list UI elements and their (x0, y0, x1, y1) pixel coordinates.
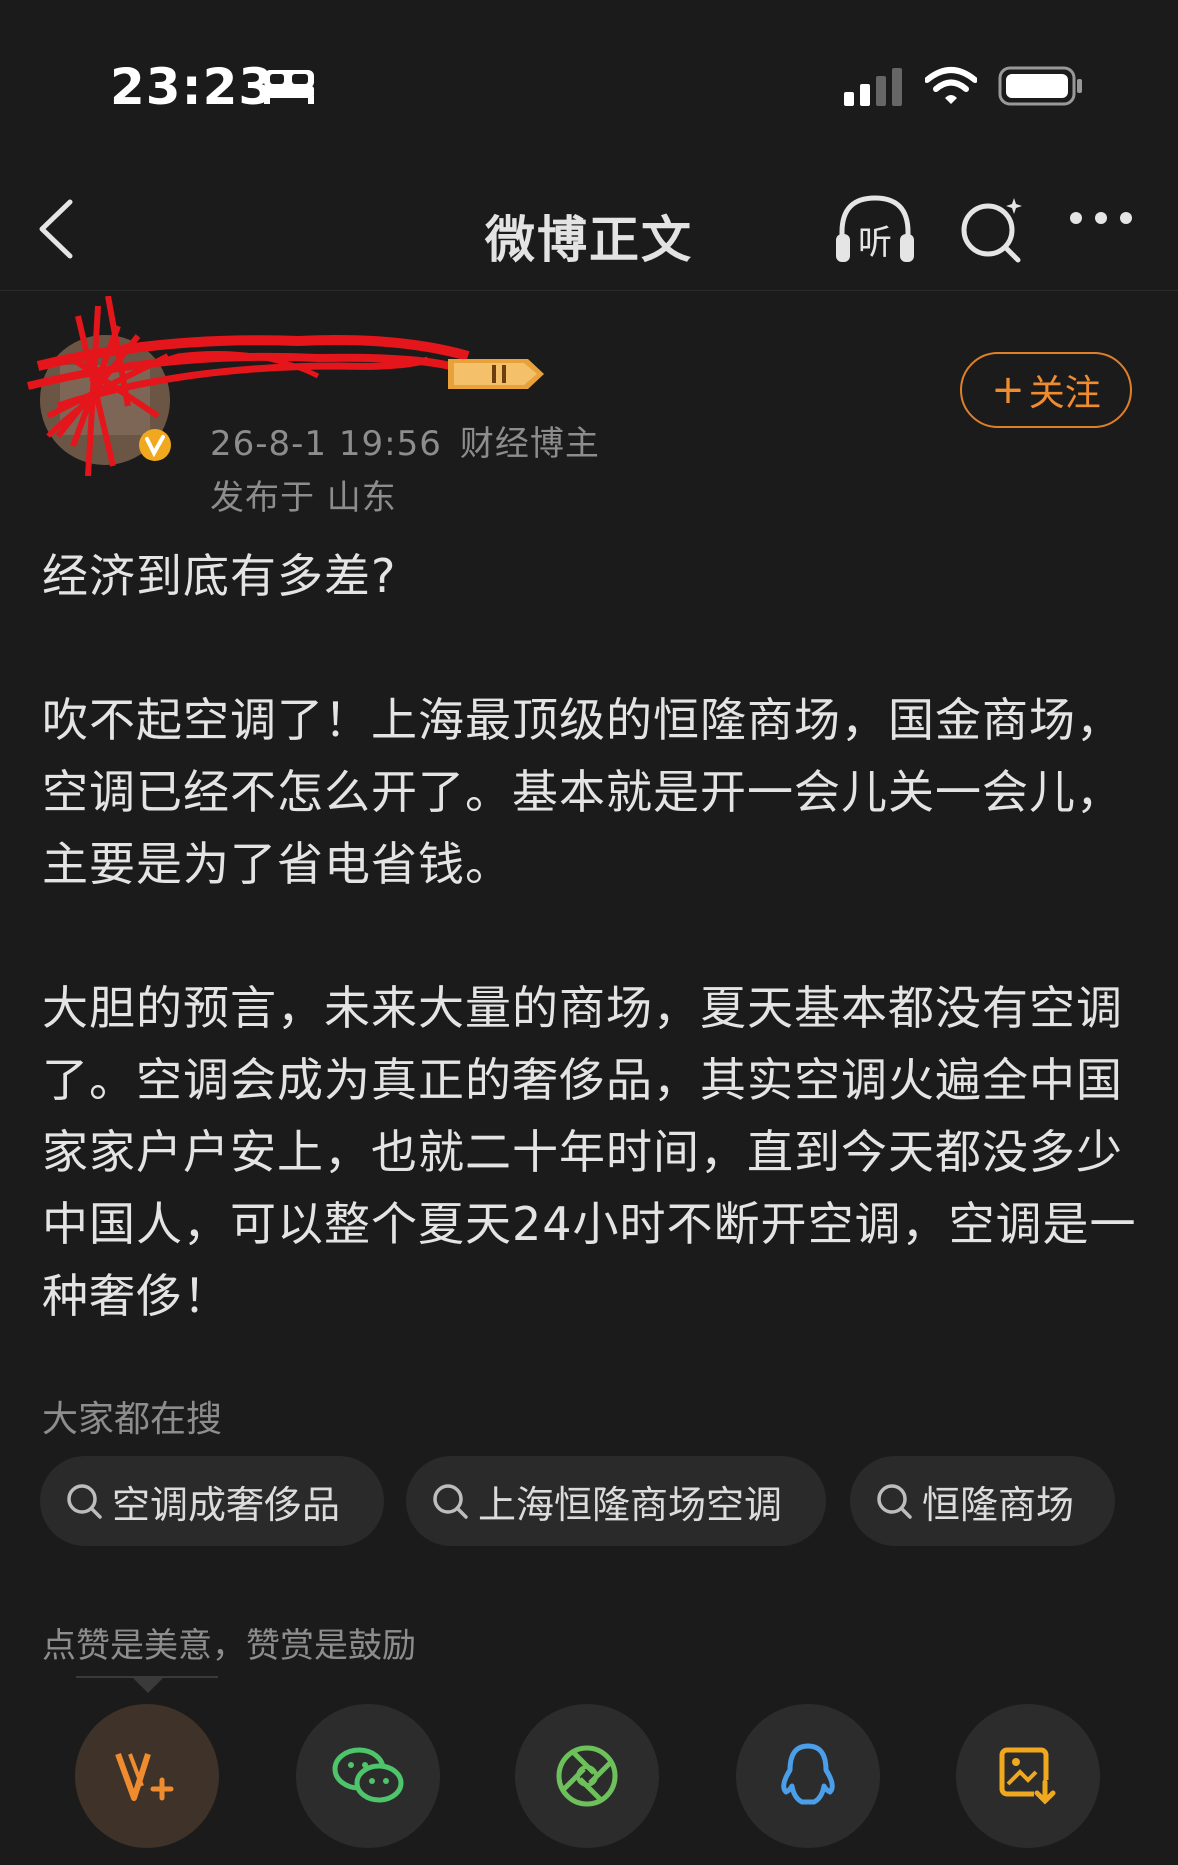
share-wechat-button[interactable] (296, 1704, 440, 1848)
share-moments-button[interactable] (515, 1704, 659, 1848)
verified-badge-icon (139, 429, 171, 461)
level-badge-icon (448, 359, 544, 389)
battery-icon (998, 66, 1082, 106)
search-icon[interactable] (956, 192, 1028, 268)
plus-icon: + (991, 367, 1025, 413)
moments-icon (556, 1745, 618, 1807)
trending-chip[interactable]: 空调成奢侈品 (40, 1456, 384, 1546)
post-paragraph: 大胆的预言，未来大量的商场，夏天基本都没有空调了。空调会成为真正的奢侈品，其实空… (42, 981, 1137, 1323)
qq-icon (781, 1743, 835, 1805)
pointer-arrow-icon (132, 1677, 164, 1693)
trending-chip[interactable]: 上海恒隆商场空调 (406, 1456, 826, 1546)
redaction-scribble (27, 296, 470, 477)
post-paragraph: 吹不起空调了！上海最顶级的恒隆商场，国金商场，空调已经不怎么开了。基本就是开一会… (42, 693, 1123, 891)
trending-chip[interactable]: 恒隆商场 (850, 1456, 1115, 1546)
listen-label: 听 (858, 223, 892, 263)
save-image-button[interactable] (956, 1704, 1100, 1848)
signal-icon (844, 68, 902, 106)
post-paragraph: 经济到底有多差? (42, 549, 397, 603)
listen-icon[interactable]: 听 (832, 192, 918, 268)
reward-button[interactable] (75, 1704, 219, 1848)
status-time: 23:23 (110, 58, 275, 116)
save-image-icon (999, 1747, 1056, 1806)
search-icon (877, 1484, 912, 1519)
search-icon (67, 1484, 102, 1519)
reward-v-icon (115, 1752, 174, 1801)
post-meta: 26-8-1 19:56 财经博主 (210, 416, 600, 465)
wifi-icon (925, 67, 977, 104)
trending-chip-label: 上海恒隆商场空调 (478, 1482, 783, 1527)
author-role: 财经博主 (459, 424, 600, 464)
trending-chip-label: 空调成奢侈品 (112, 1482, 341, 1527)
follow-button[interactable]: + 关注 (960, 352, 1132, 428)
nav-bar: 微博正文 听 (0, 170, 1178, 291)
share-qq-button[interactable] (736, 1704, 880, 1848)
trending-chip-label: 恒隆商场 (922, 1482, 1075, 1527)
weibo-post-page: 23:23 微博正文 听 26-8-1 19:56 财经博主 发布于 山东 + … (0, 0, 1178, 1865)
trending-label: 大家都在搜 (42, 1399, 223, 1440)
more-icon[interactable] (1068, 210, 1134, 226)
post-time: 26-8-1 19:56 (210, 424, 442, 464)
reward-label: 点赞是美意，赞赏是鼓励 (42, 1626, 416, 1666)
post-content: 经济到底有多差? 吹不起空调了！上海最顶级的恒隆商场，国金商场，空调已经不怎么开… (42, 540, 1142, 1332)
wechat-icon (332, 1747, 404, 1803)
bed-icon (264, 70, 314, 104)
follow-label: 关注 (1028, 373, 1101, 414)
search-icon (433, 1484, 468, 1519)
post-location: 发布于 山东 (210, 478, 397, 518)
